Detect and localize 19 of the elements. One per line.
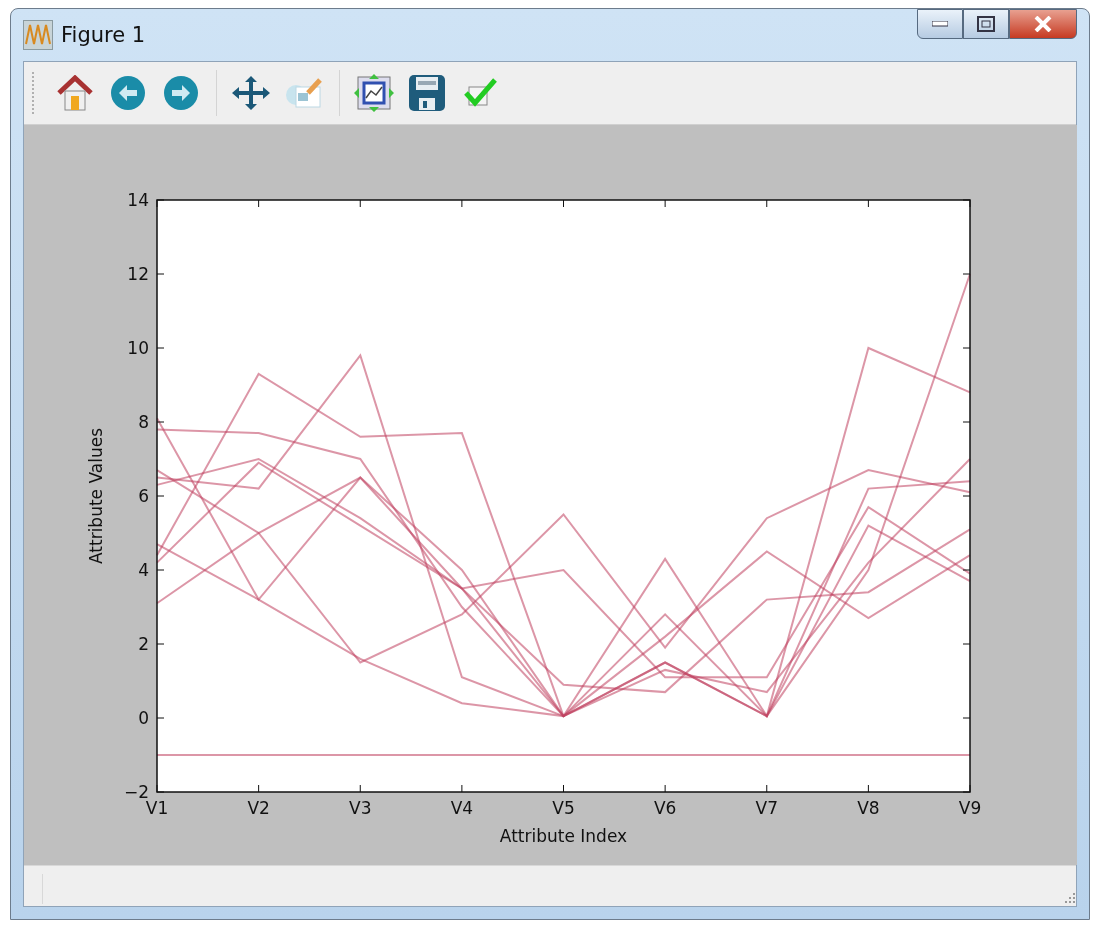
window-title: Figure 1 xyxy=(61,23,146,47)
x-tick-label: V8 xyxy=(857,798,880,818)
x-axis-label: Attribute Index xyxy=(499,826,628,846)
y-tick-label: 4 xyxy=(138,560,149,580)
y-tick-label: 6 xyxy=(138,486,149,506)
y-tick-label: 0 xyxy=(138,708,149,728)
y-tick-label: 14 xyxy=(127,190,149,210)
y-tick-label: 2 xyxy=(138,634,149,654)
x-tick-label: V3 xyxy=(349,798,372,818)
x-tick-label: V6 xyxy=(653,798,677,818)
x-tick-label: V2 xyxy=(247,798,270,818)
x-tick-label: V5 xyxy=(552,798,575,818)
y-tick-label: 10 xyxy=(127,338,149,358)
x-tick-label: V9 xyxy=(958,798,982,818)
y-tick-label: 12 xyxy=(127,264,149,284)
y-axis-label: Attribute Values xyxy=(86,428,106,564)
y-tick-label: 8 xyxy=(138,412,149,432)
x-tick-label: V7 xyxy=(755,798,778,818)
x-tick-label: V4 xyxy=(450,798,474,818)
